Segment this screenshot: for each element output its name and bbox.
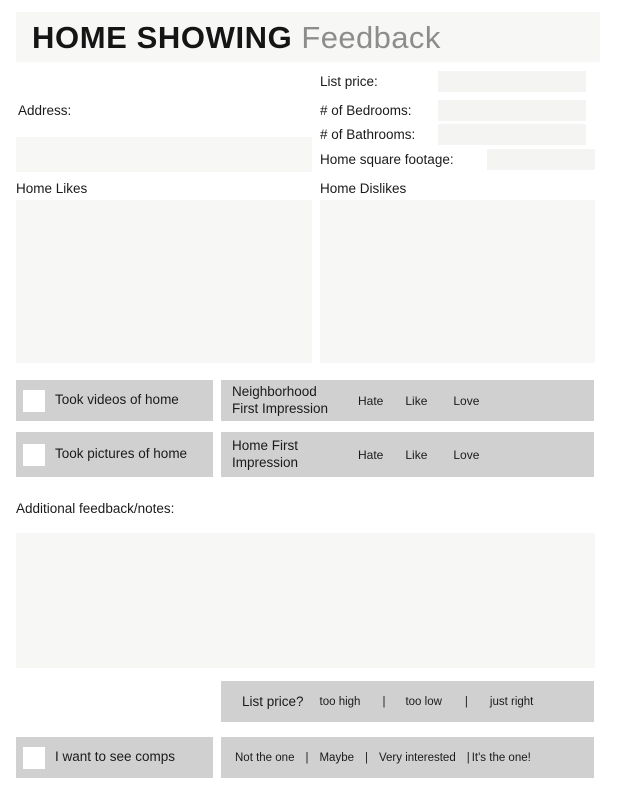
checkbox-label-took-videos: Took videos of home [55,392,179,408]
interest-separator-3: | [466,751,470,764]
field-input-list-price[interactable] [438,71,586,92]
impression-option-home-hate[interactable]: Hate [358,448,383,462]
impression-row-home: Home First Impression Hate Like Love [221,432,594,477]
impression-option-home-like[interactable]: Like [405,448,427,462]
address-input[interactable] [16,137,312,172]
additional-feedback-label: Additional feedback/notes: [16,501,175,516]
field-label-bedrooms: # of Bedrooms: [320,103,412,118]
field-input-bedrooms[interactable] [438,100,586,121]
interest-option-maybe[interactable]: Maybe [319,752,354,764]
interest-option-very-interested[interactable]: Very interested [379,752,456,764]
home-dislikes-textarea[interactable] [320,200,595,363]
interest-option-not-the-one[interactable]: Not the one [235,752,294,764]
checkbox-row-took-pictures[interactable]: Took pictures of home [16,432,213,477]
checkbox-label-took-pictures: Took pictures of home [55,446,188,462]
interest-level-row: Not the one | Maybe | Very interested | … [221,737,594,778]
checkbox-row-see-comps[interactable]: I want to see comps [16,737,213,778]
field-input-bathrooms[interactable] [438,124,586,145]
form-page: HOME SHOWING Feedback Address: List pric… [0,0,618,800]
interest-option-its-the-one[interactable]: It's the one! [472,752,531,764]
field-label-square-footage: Home square footage: [320,152,454,167]
home-dislikes-label: Home Dislikes [320,181,407,196]
impression-option-home-love[interactable]: Love [453,448,479,462]
checkbox-row-took-videos[interactable]: Took videos of home [16,380,213,421]
field-input-square-footage[interactable] [487,149,595,170]
list-price-option-just-right[interactable]: just right [490,696,533,708]
page-title-light: Feedback [301,19,441,55]
address-label: Address: [18,103,72,118]
list-price-separator-1: | [382,695,386,708]
checkbox-took-videos[interactable] [23,389,45,412]
page-title: HOME SHOWING Feedback [32,12,441,62]
list-price-option-too-low[interactable]: too low [405,696,441,708]
additional-feedback-textarea[interactable] [16,533,595,668]
interest-separator-1: | [305,751,309,764]
impression-option-neighborhood-love[interactable]: Love [453,394,479,408]
field-label-bathrooms: # of Bathrooms: [320,127,416,142]
list-price-separator-2: | [464,695,468,708]
impression-option-neighborhood-hate[interactable]: Hate [358,394,383,408]
list-price-option-too-high[interactable]: too high [320,696,361,708]
checkbox-label-see-comps: I want to see comps [55,749,176,765]
checkbox-took-pictures[interactable] [23,443,45,466]
checkbox-see-comps[interactable] [23,746,45,769]
impression-title-neighborhood: Neighborhood First Impression [232,383,329,416]
impression-title-home: Home First Impression [232,437,299,470]
interest-separator-2: | [365,751,368,764]
impression-option-neighborhood-like[interactable]: Like [405,394,427,408]
page-title-bold: HOME SHOWING [32,19,293,55]
impression-row-neighborhood: Neighborhood First Impression Hate Like … [221,380,594,421]
home-likes-label: Home Likes [16,181,88,196]
list-price-question-label: List price? [242,694,304,709]
list-price-question-row: List price? too high | too low | just ri… [221,681,594,722]
field-label-list-price: List price: [320,74,378,89]
home-likes-textarea[interactable] [16,200,312,363]
